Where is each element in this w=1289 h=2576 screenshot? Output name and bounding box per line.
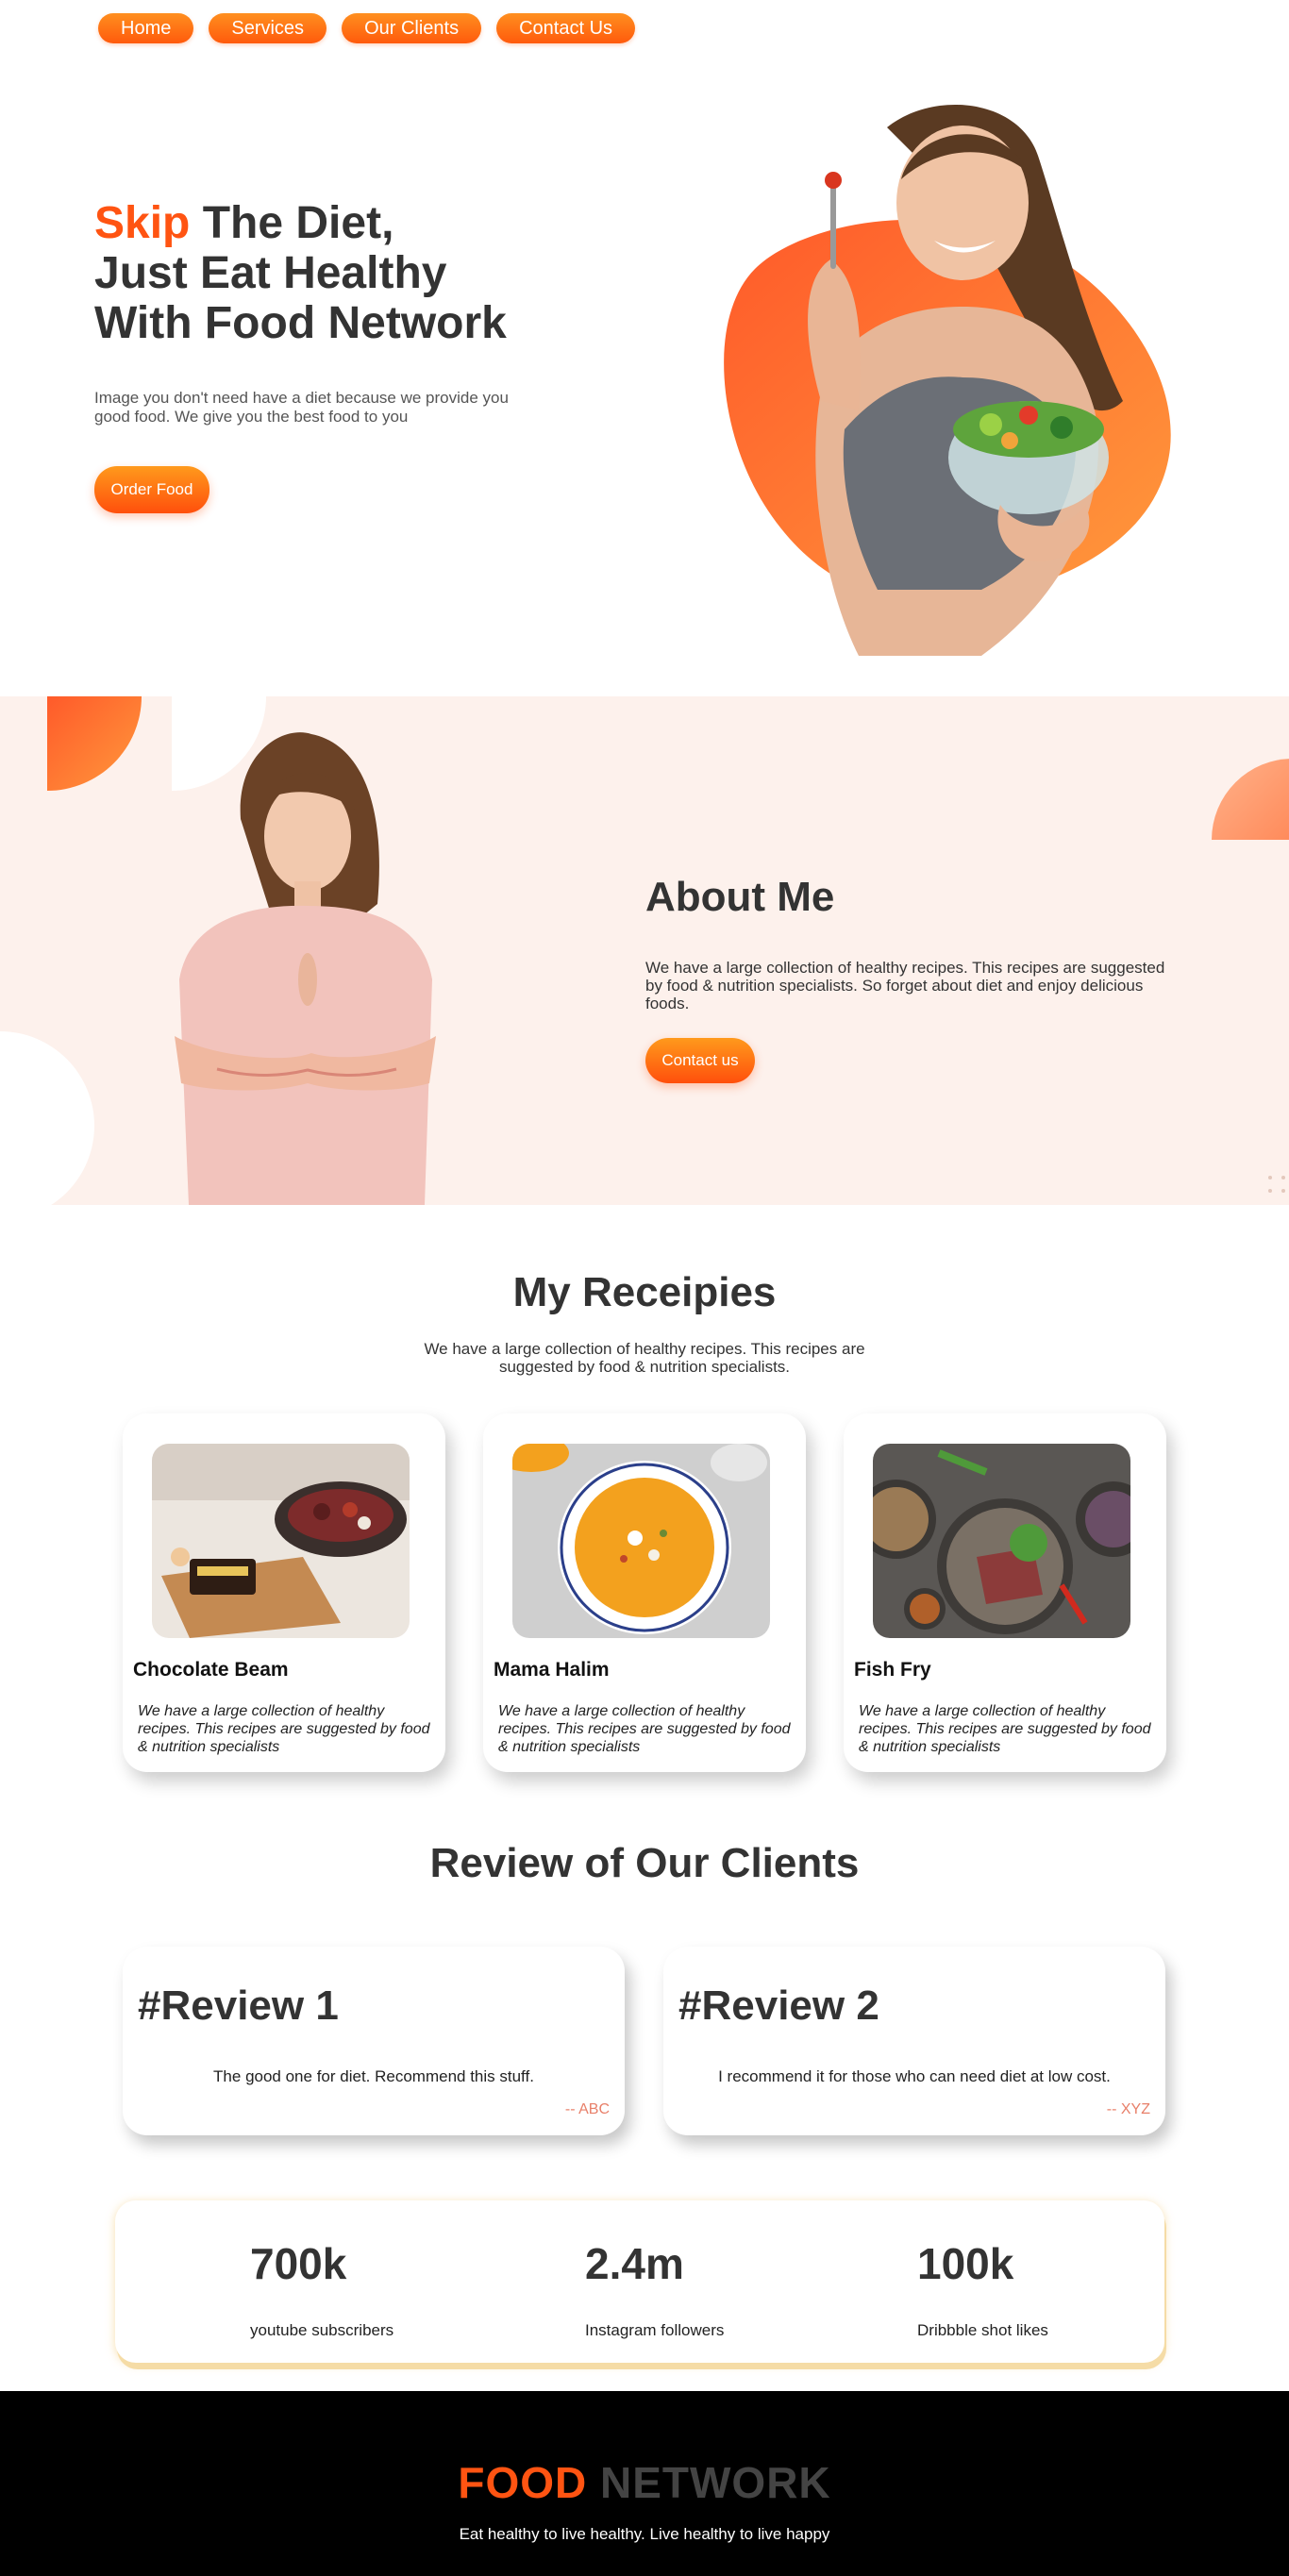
hero-description: Image you don't need have a diet because… — [94, 389, 509, 426]
recipe-name: Fish Fry — [854, 1659, 931, 1681]
hero-title-line1: The Diet, — [190, 198, 394, 248]
recipe-card[interactable]: Mama Halim We have a large collection of… — [483, 1413, 806, 1772]
stat-value: 700k — [250, 2239, 347, 2288]
hero-title-accent: Skip — [94, 198, 191, 248]
recipes-subtitle: We have a large collection of healthy re… — [424, 1340, 865, 1376]
review-heading: #Review 1 — [138, 1982, 339, 2029]
hero-title-line3: With Food Network — [94, 298, 507, 348]
recipe-description: We have a large collection of healthy re… — [498, 1703, 791, 1755]
review-text: The good one for diet. Recommend this st… — [213, 2067, 534, 2085]
recipe-name: Mama Halim — [494, 1659, 610, 1681]
hero-section: Skip The Diet, Just Eat Healthy With Foo… — [0, 0, 1289, 696]
hero-woman-with-salad-image — [724, 105, 1171, 656]
review-author: -- ABC — [564, 2101, 610, 2117]
contact-us-button[interactable]: Contact us — [645, 1038, 755, 1083]
stat-label: Instagram followers — [585, 2321, 725, 2339]
about-section: About Me We have a large collection of h… — [0, 696, 1289, 1205]
recipe-name: Chocolate Beam — [133, 1659, 289, 1681]
footer-tagline: Eat healthy to live healthy. Live health… — [459, 2525, 830, 2543]
review-card: #Review 2 I recommend it for those who c… — [663, 1947, 1165, 2135]
review-text: I recommend it for those who can need di… — [718, 2067, 1111, 2085]
hero-title: Skip The Diet, Just Eat Healthy With Foo… — [94, 198, 507, 348]
recipe-card[interactable]: Chocolate Beam We have a large collectio… — [123, 1413, 445, 1772]
recipe-card[interactable]: Fish Fry We have a large collection of h… — [844, 1413, 1166, 1772]
mama-halim-image — [512, 1444, 770, 1638]
hero-title-line2: Just Eat Healthy — [94, 248, 447, 298]
stat-value: 2.4m — [585, 2239, 684, 2288]
stat-label: Dribbble shot likes — [917, 2321, 1048, 2339]
brand-part-network: NETWORK — [587, 2458, 831, 2507]
footer: FOOD NETWORK Eat healthy to live healthy… — [0, 2391, 1289, 2576]
review-heading: #Review 2 — [678, 1982, 879, 2029]
about-decoration-and-portrait — [0, 696, 1289, 1205]
reviews-title: Review of Our Clients — [429, 1840, 860, 1886]
review-card: #Review 1 The good one for diet. Recomme… — [123, 1947, 625, 2135]
stat-label: youtube subscribers — [250, 2321, 394, 2339]
recipe-cards: Chocolate Beam We have a large collectio… — [123, 1413, 1166, 1772]
chocolate-beam-image — [152, 1444, 410, 1638]
fish-fry-image — [873, 1444, 1130, 1638]
recipe-description: We have a large collection of healthy re… — [138, 1703, 430, 1755]
about-description: We have a large collection of healthy re… — [645, 959, 1165, 1012]
stats-panel: 700k youtube subscribers 2.4m Instagram … — [115, 2200, 1164, 2363]
order-food-button[interactable]: Order Food — [94, 466, 209, 513]
recipes-title: My Receipies — [512, 1269, 777, 1315]
brand-part-food: FOOD — [458, 2458, 588, 2507]
footer-brand-logo: FOOD NETWORK — [0, 2457, 1289, 2508]
about-title: About Me — [645, 874, 835, 920]
recipe-description: We have a large collection of healthy re… — [859, 1703, 1151, 1755]
stat-value: 100k — [917, 2239, 1014, 2288]
review-author: -- XYZ — [1106, 2101, 1150, 2117]
